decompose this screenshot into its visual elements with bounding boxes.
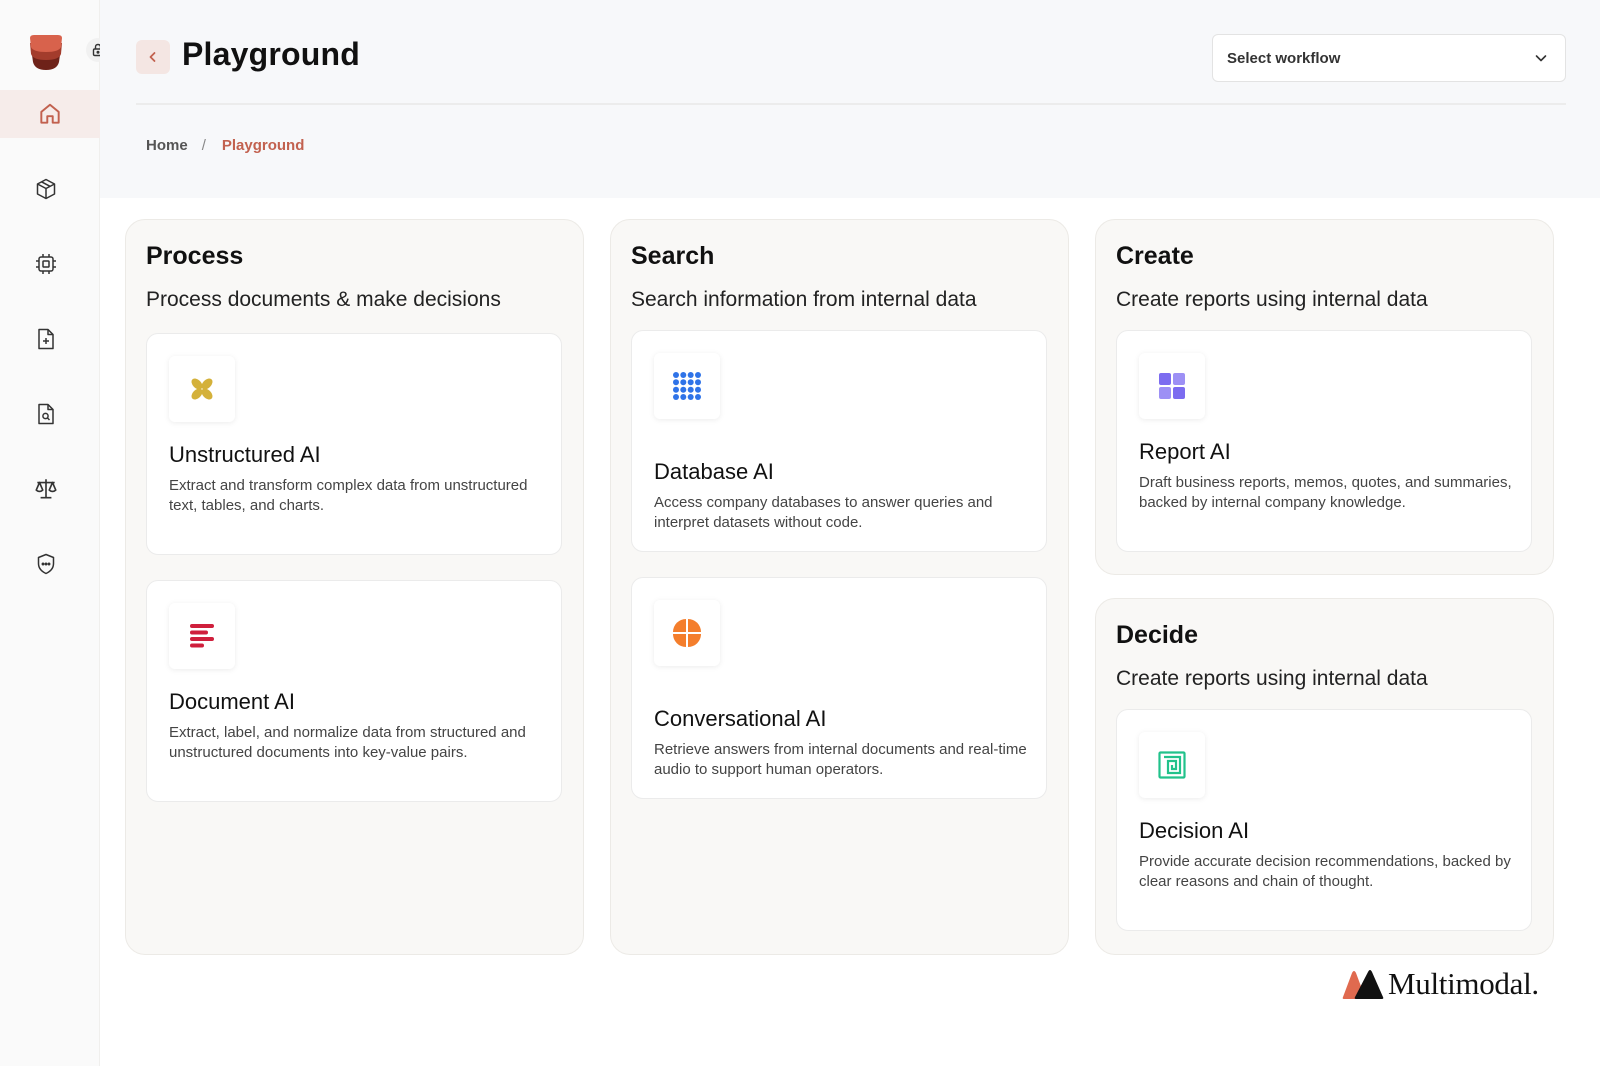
back-button[interactable] bbox=[136, 40, 170, 74]
file-search-icon bbox=[38, 403, 54, 425]
chevron-left-icon bbox=[149, 52, 156, 62]
page-header: Playground Select workflow Home / Playgr… bbox=[100, 0, 1600, 198]
panel-title: Decide bbox=[1116, 621, 1198, 649]
card-title: Unstructured AI bbox=[169, 442, 321, 467]
workflow-select-value: Select workflow bbox=[1227, 49, 1341, 67]
card-title: Conversational AI bbox=[654, 706, 827, 731]
dot-grid-icon bbox=[654, 353, 720, 419]
lines-icon bbox=[169, 603, 235, 669]
panel-create: Create Create reports using internal dat… bbox=[1095, 219, 1554, 575]
spiral-square-icon bbox=[1139, 732, 1205, 798]
chevron-down-icon bbox=[1535, 55, 1547, 62]
sidebar-item-home[interactable] bbox=[0, 90, 100, 138]
app-logo[interactable] bbox=[28, 34, 64, 70]
breadcrumb: Home / Playground bbox=[146, 137, 304, 154]
multimodal-logo-icon bbox=[1342, 970, 1384, 999]
shield-icon bbox=[37, 553, 55, 575]
card-title: Decision AI bbox=[1139, 818, 1250, 843]
quarter-circle-icon bbox=[654, 600, 720, 666]
clover-icon bbox=[169, 356, 235, 422]
card-description: Extract, label, and normalize data from … bbox=[169, 724, 526, 761]
card-description: Extract and transform complex data from … bbox=[169, 477, 528, 514]
home-icon bbox=[40, 103, 60, 124]
scale-icon bbox=[35, 479, 57, 499]
panel-title: Search bbox=[631, 242, 715, 270]
breadcrumb-current: Playground bbox=[221, 137, 305, 154]
panel-subtitle: Process documents & make decisions bbox=[146, 288, 501, 311]
panel-search: Search Search information from internal … bbox=[610, 219, 1069, 955]
card-description: Draft business reports, memos, quotes, a… bbox=[1139, 474, 1512, 511]
squares-icon bbox=[1139, 353, 1205, 419]
sidebar bbox=[0, 0, 110, 1066]
header-divider bbox=[136, 103, 1566, 105]
sidebar-item-models[interactable] bbox=[0, 165, 96, 213]
sidebar-item-search-documents[interactable] bbox=[0, 390, 96, 438]
breadcrumb-home[interactable]: Home bbox=[146, 137, 188, 154]
panel-title: Create bbox=[1116, 242, 1194, 270]
sidebar-item-security[interactable] bbox=[0, 540, 96, 588]
panel-subtitle: Create reports using internal data bbox=[1116, 667, 1428, 690]
panel-subtitle: Search information from internal data bbox=[631, 288, 977, 311]
card-description: Access company databases to answer queri… bbox=[654, 494, 993, 531]
card-title: Document AI bbox=[169, 689, 295, 714]
panel-process: Process Process documents & make decisio… bbox=[125, 219, 584, 955]
breadcrumb-separator: / bbox=[201, 137, 206, 154]
file-plus-icon bbox=[38, 328, 54, 350]
sidebar-item-compute[interactable] bbox=[0, 240, 96, 288]
page-title: Playground bbox=[182, 36, 361, 72]
sidebar-item-compliance[interactable] bbox=[0, 465, 96, 513]
card-title: Report AI bbox=[1139, 439, 1231, 464]
brand-logo: Multimodal. bbox=[1342, 966, 1539, 1002]
card-title: Database AI bbox=[654, 459, 774, 484]
cube-icon bbox=[36, 178, 56, 200]
card-document-ai[interactable]: Document AI Extract, label, and normaliz… bbox=[146, 580, 562, 802]
panel-decide: Decide Create reports using internal dat… bbox=[1095, 598, 1554, 955]
card-description: Provide accurate decision recommendation… bbox=[1139, 853, 1511, 890]
chip-icon bbox=[36, 254, 56, 274]
card-conversational-ai[interactable]: Conversational AI Retrieve answers from … bbox=[631, 577, 1047, 799]
card-report-ai[interactable]: Report AI Draft business reports, memos,… bbox=[1116, 330, 1532, 552]
panel-subtitle: Create reports using internal data bbox=[1116, 288, 1428, 311]
card-database-ai[interactable]: Database AI Access company databases to … bbox=[631, 330, 1047, 552]
sidebar-item-new-document[interactable] bbox=[0, 315, 96, 363]
card-decision-ai[interactable]: Decision AI Provide accurate decision re… bbox=[1116, 709, 1532, 931]
card-description: Retrieve answers from internal documents… bbox=[654, 741, 1027, 778]
workflow-select[interactable]: Select workflow bbox=[1212, 34, 1566, 82]
brand-name: Multimodal. bbox=[1388, 966, 1539, 1001]
panel-title: Process bbox=[146, 242, 244, 270]
card-unstructured-ai[interactable]: Unstructured AI Extract and transform co… bbox=[146, 333, 562, 555]
